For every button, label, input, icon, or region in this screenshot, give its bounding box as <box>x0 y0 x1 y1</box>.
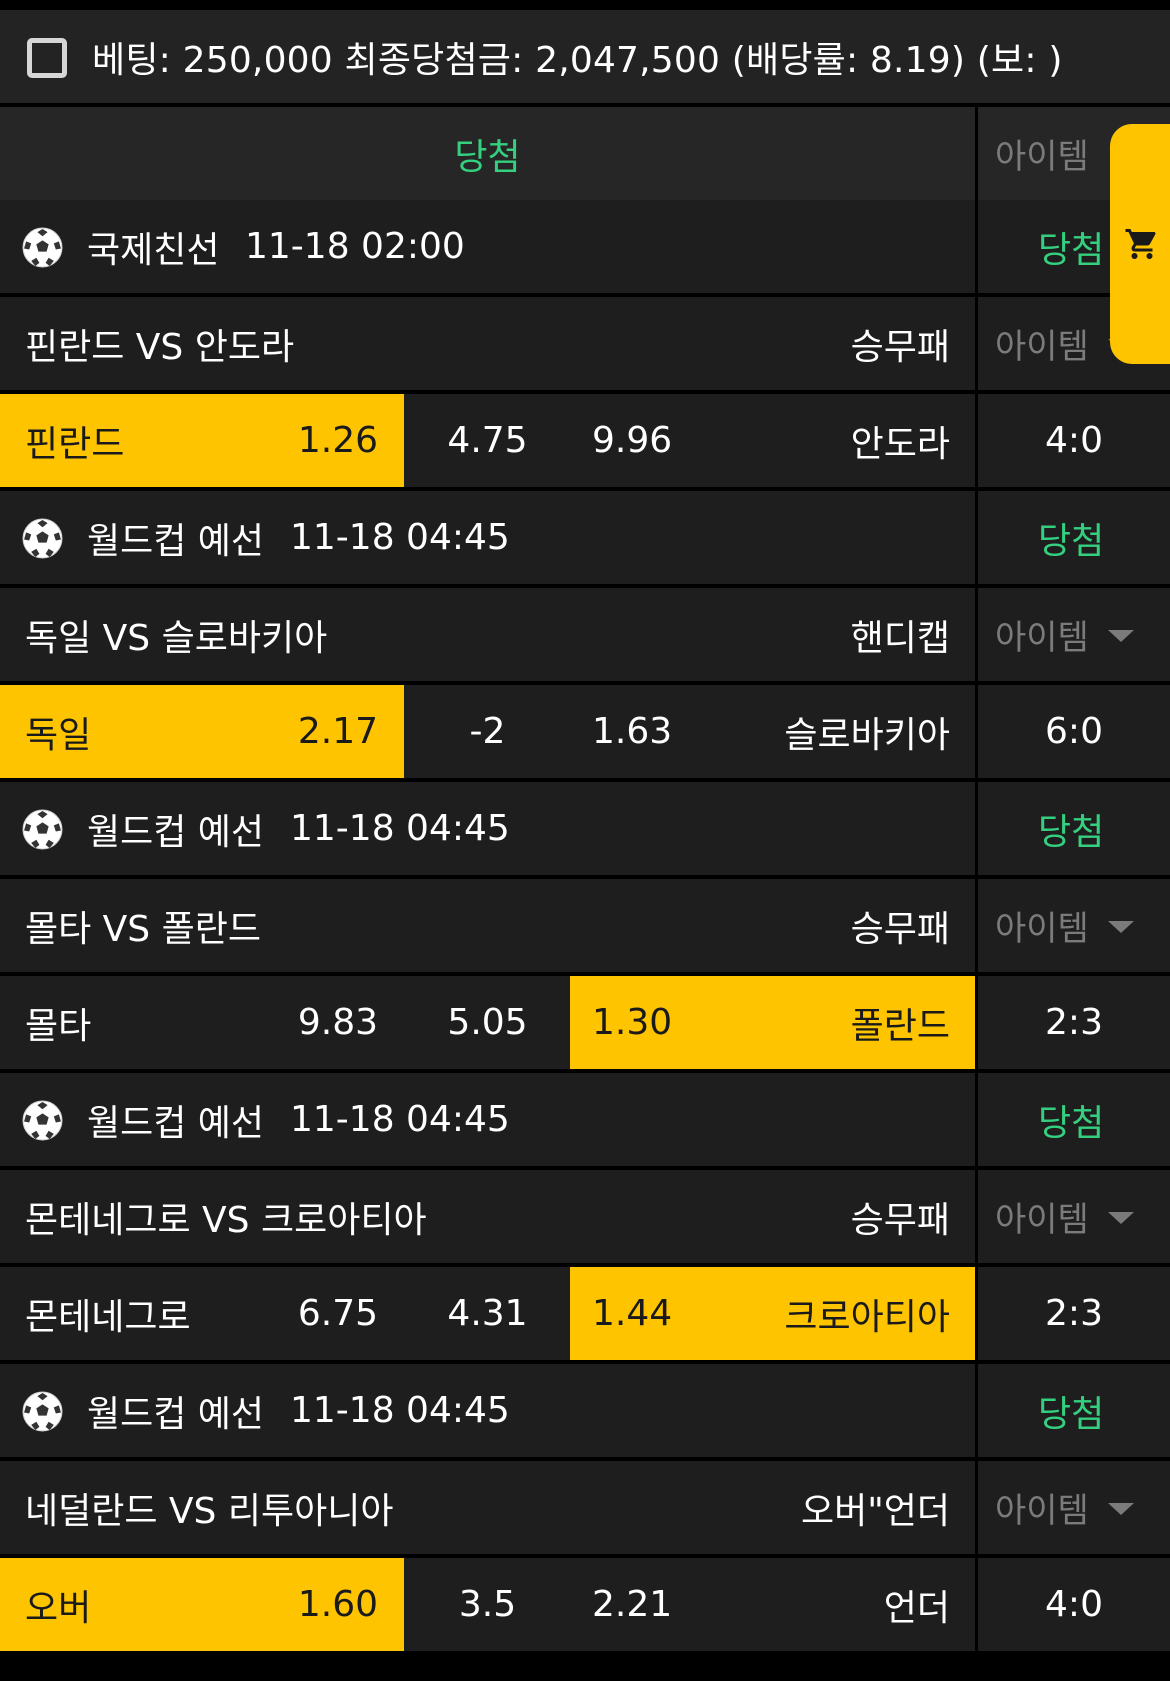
bet-type: 오버"언더 <box>800 1490 950 1532</box>
final-score: 6:0 <box>1045 711 1103 752</box>
match-name: 몰타 VS 폴란드 <box>25 908 261 950</box>
league-name: 월드컵 예선 <box>87 520 265 562</box>
league-name: 국제친선 <box>87 229 220 271</box>
league-row: 월드컵 예선 11-18 04:45 당첨 <box>0 782 1170 875</box>
away-team[interactable]: 폴란드 <box>851 976 950 1069</box>
match-result: 당첨 <box>1038 229 1105 271</box>
home-team[interactable]: 몬테네그로 <box>25 1267 191 1360</box>
odds-row: 몰타 9.83 5.05 1.30 폴란드 2:3 <box>0 976 1170 1069</box>
bet-summary-bar: 베팅: 250,000 최종당첨금: 2,047,500 (배당률: 8.19)… <box>0 10 1170 103</box>
home-odds[interactable]: 9.83 <box>240 976 378 1069</box>
column-divider <box>975 107 978 1656</box>
draw-or-line[interactable]: 5.05 <box>410 976 565 1069</box>
home-odds[interactable]: 1.60 <box>240 1558 378 1651</box>
odds-row: 오버 1.60 3.5 2.21 언더 4:0 <box>0 1558 1170 1651</box>
soccer-ball-icon <box>22 227 63 268</box>
soccer-ball-icon <box>22 1100 63 1141</box>
match-time: 11-18 04:45 <box>290 517 510 558</box>
bet-type: 승무패 <box>850 326 950 368</box>
league-name: 월드컵 예선 <box>87 1393 265 1435</box>
final-score: 4:0 <box>1045 420 1103 461</box>
home-team[interactable]: 몰타 <box>25 976 91 1069</box>
match-result: 당첨 <box>1038 1102 1105 1144</box>
away-team[interactable]: 크로아티아 <box>784 1267 950 1360</box>
chevron-down-icon[interactable] <box>1108 1212 1134 1224</box>
result-header-row: 당첨 아이템 <box>0 107 1170 200</box>
match-row: 몬테네그로 VS 크로아티아 승무패 아이템 <box>0 1170 1170 1263</box>
match-result: 당첨 <box>1038 1393 1105 1435</box>
league-name: 월드컵 예선 <box>87 811 265 853</box>
home-odds[interactable]: 1.26 <box>240 394 378 487</box>
draw-or-line[interactable]: -2 <box>410 685 565 778</box>
overall-result-label: 당첨 <box>454 136 521 178</box>
match-result: 당첨 <box>1038 520 1105 562</box>
away-odds[interactable]: 1.44 <box>592 1267 672 1360</box>
league-row: 월드컵 예선 11-18 04:45 당첨 <box>0 1073 1170 1166</box>
item-select[interactable]: 아이템 <box>995 1170 1089 1263</box>
home-team[interactable]: 독일 <box>25 685 91 778</box>
away-team[interactable]: 슬로바키아 <box>784 685 950 778</box>
bet-type: 승무패 <box>850 1199 950 1241</box>
match-row: 핀란드 VS 안도라 승무패 아이템 <box>0 297 1170 390</box>
draw-or-line[interactable]: 4.31 <box>410 1267 565 1360</box>
match-name: 네덜란드 VS 리투아니아 <box>25 1490 394 1532</box>
match-name: 독일 VS 슬로바키아 <box>25 617 328 659</box>
item-select[interactable]: 아이템 <box>995 879 1089 972</box>
away-odds[interactable]: 9.96 <box>592 394 672 487</box>
match-row: 독일 VS 슬로바키아 핸디캡 아이템 <box>0 588 1170 681</box>
match-time: 11-18 04:45 <box>290 1390 510 1431</box>
bet-type: 핸디캡 <box>850 617 950 659</box>
match-name: 몬테네그로 VS 크로아티아 <box>25 1199 427 1241</box>
away-odds[interactable]: 1.63 <box>592 685 672 778</box>
soccer-ball-icon <box>22 1391 63 1432</box>
final-score: 2:3 <box>1045 1002 1103 1043</box>
odds-row: 독일 2.17 -2 1.63 슬로바키아 6:0 <box>0 685 1170 778</box>
item-select[interactable]: 아이템 <box>995 297 1089 390</box>
league-row: 국제친선 11-18 02:00 당첨 <box>0 200 1170 293</box>
league-row: 월드컵 예선 11-18 04:45 당첨 <box>0 491 1170 584</box>
league-name: 월드컵 예선 <box>87 1102 265 1144</box>
final-score: 4:0 <box>1045 1584 1103 1625</box>
item-select[interactable]: 아이템 <box>995 1461 1089 1554</box>
chevron-down-icon[interactable] <box>1108 921 1134 933</box>
bottom-strip <box>0 1656 1170 1681</box>
item-select-header[interactable]: 아이템 <box>995 107 1089 200</box>
away-odds[interactable]: 2.21 <box>592 1558 672 1651</box>
bet-slip-screen: 베팅: 250,000 최종당첨금: 2,047,500 (배당률: 8.19)… <box>0 0 1170 1681</box>
chevron-down-icon[interactable] <box>1108 630 1134 642</box>
match-name: 핀란드 VS 안도라 <box>25 326 295 368</box>
away-team[interactable]: 안도라 <box>851 394 950 487</box>
match-result: 당첨 <box>1038 811 1105 853</box>
chevron-down-icon[interactable] <box>1108 1503 1134 1515</box>
home-team[interactable]: 오버 <box>25 1558 91 1651</box>
odds-row: 핀란드 1.26 4.75 9.96 안도라 4:0 <box>0 394 1170 487</box>
soccer-ball-icon <box>22 809 63 850</box>
odds-row: 몬테네그로 6.75 4.31 1.44 크로아티아 2:3 <box>0 1267 1170 1360</box>
cart-icon[interactable] <box>1124 226 1160 262</box>
match-time: 11-18 02:00 <box>245 226 465 267</box>
home-team[interactable]: 핀란드 <box>25 394 124 487</box>
soccer-ball-icon <box>22 518 63 559</box>
final-score: 2:3 <box>1045 1293 1103 1334</box>
home-odds[interactable]: 2.17 <box>240 685 378 778</box>
draw-or-line[interactable]: 3.5 <box>410 1558 565 1651</box>
bet-summary-text: 베팅: 250,000 최종당첨금: 2,047,500 (배당률: 8.19)… <box>92 39 1063 81</box>
match-time: 11-18 04:45 <box>290 1099 510 1140</box>
match-time: 11-18 04:45 <box>290 808 510 849</box>
item-select[interactable]: 아이템 <box>995 588 1089 681</box>
away-team[interactable]: 언더 <box>884 1558 950 1651</box>
match-row: 몰타 VS 폴란드 승무패 아이템 <box>0 879 1170 972</box>
select-checkbox[interactable] <box>27 38 67 78</box>
bet-type: 승무패 <box>850 908 950 950</box>
away-odds[interactable]: 1.30 <box>592 976 672 1069</box>
home-odds[interactable]: 6.75 <box>240 1267 378 1360</box>
league-row: 월드컵 예선 11-18 04:45 당첨 <box>0 1364 1170 1457</box>
draw-or-line[interactable]: 4.75 <box>410 394 565 487</box>
match-row: 네덜란드 VS 리투아니아 오버"언더 아이템 <box>0 1461 1170 1554</box>
